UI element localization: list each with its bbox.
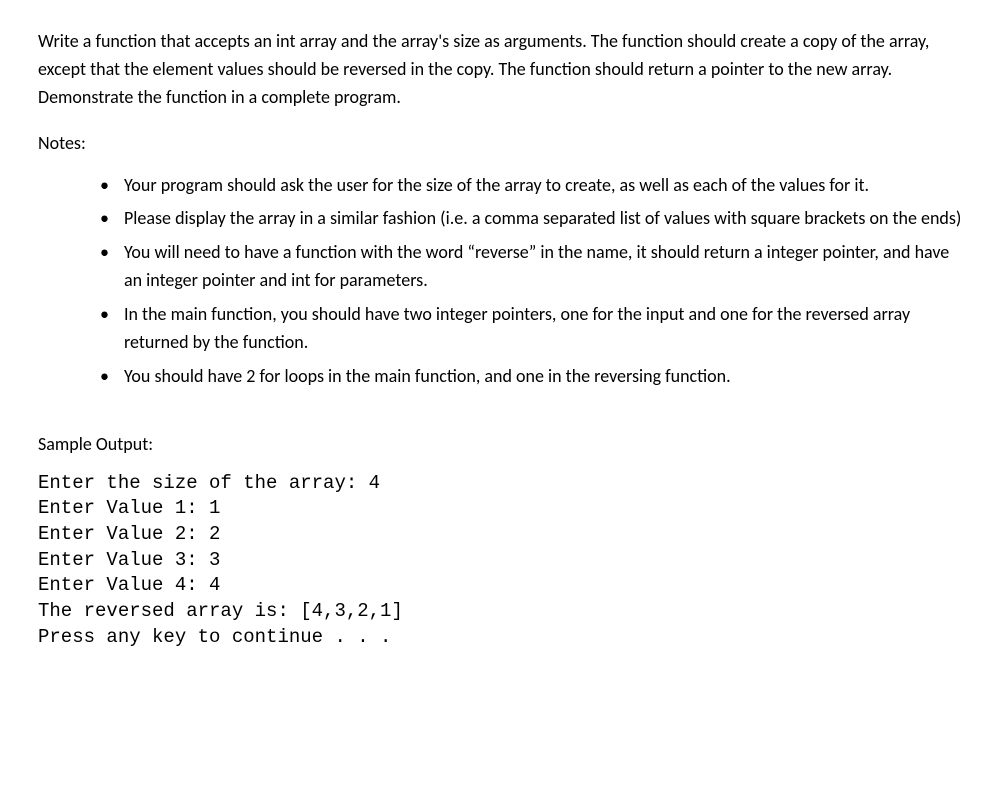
intro-paragraph: Write a function that accepts an int arr… (38, 28, 963, 112)
sample-output-heading: Sample Output: (38, 431, 963, 459)
list-item: You will need to have a function with th… (100, 239, 963, 295)
notes-list: Your program should ask the user for the… (38, 172, 963, 391)
notes-heading: Notes: (38, 130, 963, 158)
list-item: Your program should ask the user for the… (100, 172, 963, 200)
list-item: In the main function, you should have tw… (100, 301, 963, 357)
list-item: Please display the array in a similar fa… (100, 205, 963, 233)
list-item: You should have 2 for loops in the main … (100, 363, 963, 391)
sample-output-block: Enter the size of the array: 4 Enter Val… (38, 471, 963, 650)
